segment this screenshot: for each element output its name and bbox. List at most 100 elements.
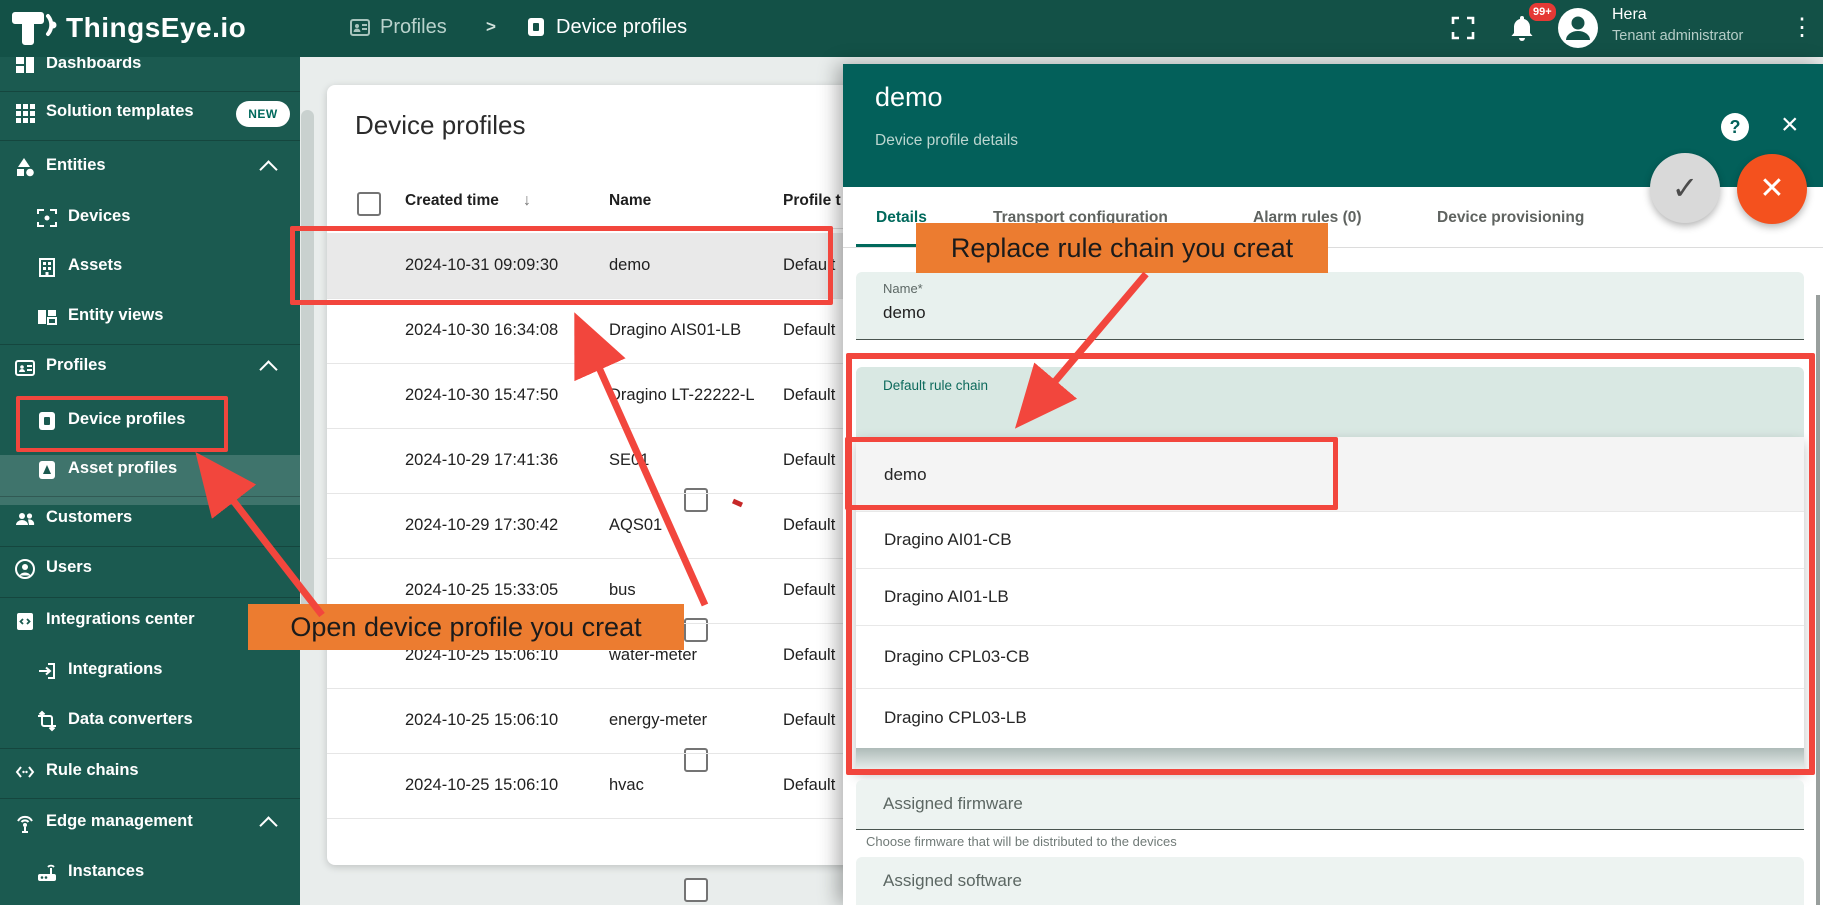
sidebar-item-instances[interactable]: Instances xyxy=(0,849,300,899)
annotation-rect-demo-row xyxy=(290,226,833,305)
users-icon xyxy=(14,558,36,580)
column-header-name[interactable]: Name xyxy=(609,192,651,210)
sidebar-item-users[interactable]: Users xyxy=(0,545,300,595)
sidebar-item-label: Devices xyxy=(68,207,130,226)
tab-device-provisioning[interactable]: Device provisioning xyxy=(1437,187,1584,248)
user-name: Hera xyxy=(1612,6,1647,24)
sidebar-item-rule-chains[interactable]: Rule chains xyxy=(0,748,300,798)
cell-name: hvac xyxy=(609,753,644,818)
sidebar-item-customers[interactable]: Customers xyxy=(0,495,300,545)
annotation-rect-sidebar-device-profiles xyxy=(16,396,228,452)
cell-created-time: 2024-10-25 15:06:10 xyxy=(405,688,558,753)
sidebar-item-label: Solution templates xyxy=(46,102,194,121)
rule-chains-icon xyxy=(14,761,36,783)
kebab-menu-icon[interactable]: ⋮ xyxy=(1790,13,1814,43)
cell-profile-type: Default xyxy=(783,298,835,363)
cancel-changes-button[interactable]: ✕ xyxy=(1737,154,1807,224)
entity-views-icon xyxy=(36,306,58,328)
sidebar-item-asset-profiles[interactable]: Asset profiles xyxy=(0,446,300,496)
table-row[interactable]: 2024-10-29 17:41:36 SE01 Default xyxy=(327,428,860,493)
close-icon[interactable]: × xyxy=(1781,110,1799,140)
thingseye-app: ThingsEye.io Profiles > Device profiles xyxy=(0,0,1823,905)
cell-created-time: 2024-10-30 16:34:08 xyxy=(405,298,558,363)
cell-created-time: 2024-10-29 17:30:42 xyxy=(405,493,558,558)
cell-profile-type: Default xyxy=(783,753,835,818)
dashboards-icon xyxy=(14,54,36,76)
annotation-rect-rule-chain-section xyxy=(846,353,1815,775)
cell-profile-type: Default xyxy=(783,558,835,623)
sidebar-item-label: Integrations center xyxy=(46,610,195,629)
sidebar-item-label: Users xyxy=(46,558,92,577)
integrations-icon xyxy=(36,660,58,682)
cell-name: AQS01 xyxy=(609,493,662,558)
cell-profile-type: Default xyxy=(783,493,835,558)
sidebar-item-entity-views[interactable]: Entity views xyxy=(0,293,300,343)
column-header-profile-type[interactable]: Profile t xyxy=(783,192,841,210)
cell-name: Dragino LT-22222-L xyxy=(609,363,755,428)
chevron-up-icon xyxy=(259,816,277,834)
sidebar-item-label: Entity views xyxy=(68,306,163,325)
breadcrumb-separator: > xyxy=(486,17,496,37)
cell-created-time: 2024-10-25 15:06:10 xyxy=(405,753,558,818)
solution-templates-icon xyxy=(14,102,36,124)
annotation-open-device-profile: Open device profile you creat xyxy=(248,604,684,650)
page-title: Device profiles xyxy=(355,110,526,141)
sidebar-item-profiles[interactable]: Profiles xyxy=(0,343,300,393)
sidebar-item-label: Edge management xyxy=(46,812,193,831)
sidebar-item-label: Rule chains xyxy=(46,761,139,780)
chevron-up-icon xyxy=(259,160,277,178)
check-icon: ✓ xyxy=(1672,170,1699,206)
asset-profiles-icon xyxy=(36,459,58,481)
avatar[interactable] xyxy=(1558,8,1598,53)
cell-created-time: 2024-10-30 15:47:50 xyxy=(405,363,558,428)
data-converters-icon xyxy=(36,710,58,732)
sidebar-item-assets[interactable]: Assets xyxy=(0,243,300,293)
column-header-created-time[interactable]: Created time xyxy=(405,192,499,210)
assigned-software-field[interactable]: Assigned software xyxy=(856,857,1804,905)
thingseye-logo-icon[interactable] xyxy=(12,8,60,55)
sidebar-item-label: Asset profiles xyxy=(68,459,177,478)
sort-desc-icon[interactable]: ↓ xyxy=(523,192,531,210)
cell-name: SE01 xyxy=(609,428,649,493)
table-row[interactable]: 2024-10-30 15:47:50 Dragino LT-22222-L D… xyxy=(327,363,860,428)
breadcrumb-profiles[interactable]: Profiles xyxy=(380,16,447,39)
table-row[interactable]: 2024-10-30 16:34:08 Dragino AIS01-LB Def… xyxy=(327,298,860,363)
select-all-checkbox[interactable] xyxy=(357,192,381,216)
help-icon[interactable]: ? xyxy=(1721,113,1749,141)
assigned-firmware-field[interactable]: Assigned firmware xyxy=(856,780,1804,830)
sidebar-item-entities[interactable]: Entities xyxy=(0,143,300,193)
nav-scrollbar[interactable] xyxy=(301,110,314,615)
annotation-replace-rule-chain: Replace rule chain you creat xyxy=(916,223,1328,273)
user-role: Tenant administrator xyxy=(1612,28,1743,44)
drawer-scrollbar[interactable] xyxy=(1816,295,1820,905)
sidebar-item-label: Assets xyxy=(68,256,122,275)
breadcrumb-device-profiles[interactable]: Device profiles xyxy=(556,16,687,39)
cell-profile-type: Default xyxy=(783,623,835,688)
logo-text: ThingsEye.io xyxy=(66,12,246,44)
sidebar-item-label: Profiles xyxy=(46,356,107,375)
sidebar-item-label: Integrations xyxy=(68,660,162,679)
new-badge: NEW xyxy=(236,101,290,127)
sidebar-item-devices[interactable]: Devices xyxy=(0,194,300,244)
sidebar-item-label: Instances xyxy=(68,862,144,881)
cell-profile-type: Default xyxy=(783,428,835,493)
sidebar-nav: Dashboards Solution templates NEW Entiti… xyxy=(0,57,300,905)
instances-icon xyxy=(36,862,58,884)
profiles-breadcrumb-icon xyxy=(348,15,372,44)
sidebar-item-solution-templates[interactable]: Solution templates NEW xyxy=(0,89,300,139)
name-field[interactable]: Name* demo xyxy=(856,272,1804,340)
profiles-icon xyxy=(14,356,36,378)
sidebar-item-edge-management[interactable]: Edge management xyxy=(0,799,300,849)
sidebar-item-data-converters[interactable]: Data converters xyxy=(0,697,300,747)
table-row[interactable]: 2024-10-25 15:06:10 energy-meter Default xyxy=(327,688,860,753)
apply-changes-button[interactable]: ✓ xyxy=(1650,153,1720,223)
cell-name: Dragino AIS01-LB xyxy=(609,298,741,363)
integrations-center-icon xyxy=(14,610,36,632)
fullscreen-icon[interactable] xyxy=(1450,15,1476,46)
cell-created-time: 2024-10-29 17:41:36 xyxy=(405,428,558,493)
table-row[interactable]: 2024-10-25 15:06:10 hvac Default xyxy=(327,753,860,818)
table-row[interactable]: 2024-10-29 17:30:42 AQS01 Default xyxy=(327,493,860,558)
drawer-subtitle: Device profile details xyxy=(875,132,1018,150)
row-checkbox[interactable] xyxy=(684,878,708,902)
sidebar-item-integrations[interactable]: Integrations xyxy=(0,647,300,697)
